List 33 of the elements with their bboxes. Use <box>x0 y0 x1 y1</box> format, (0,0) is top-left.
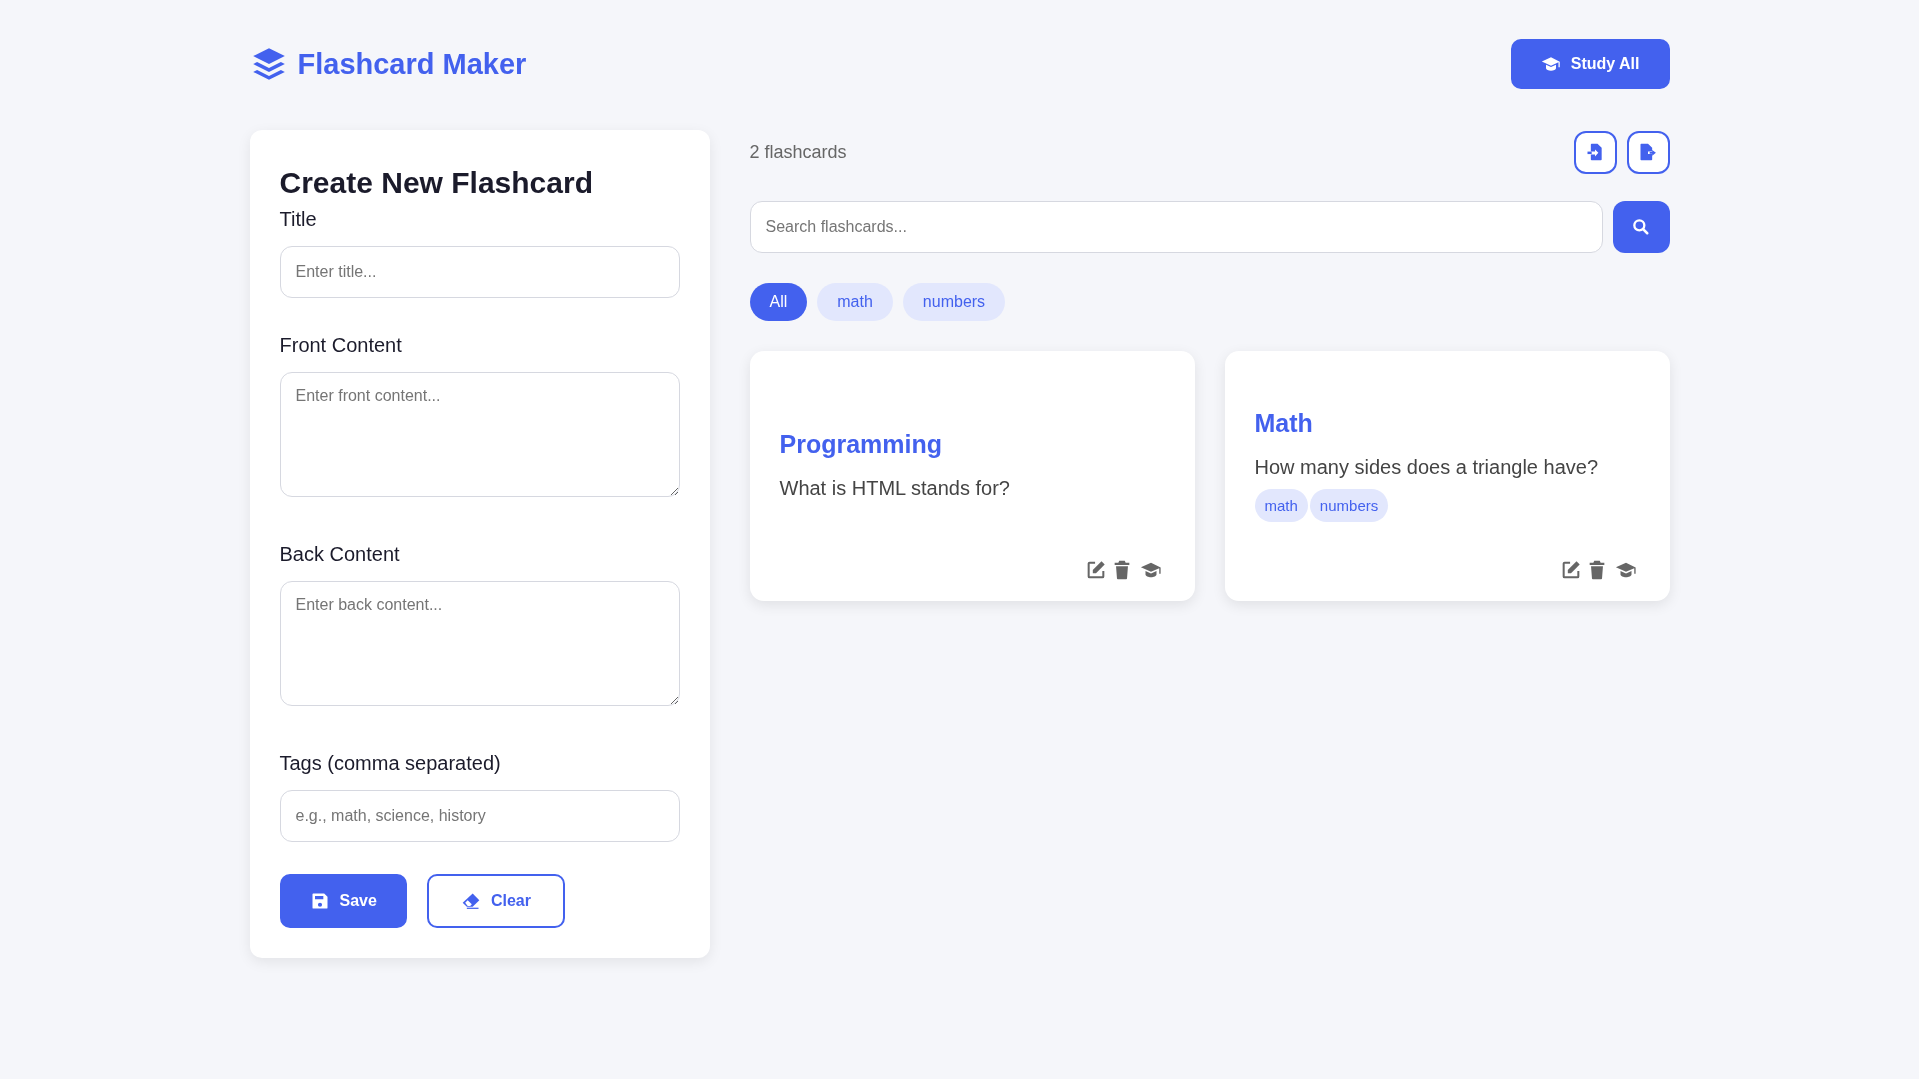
text-area[interactable]: Enter back content... <box>279 581 680 706</box>
import-button[interactable] <box>1573 130 1617 174</box>
card-question: What is HTML stands for? <box>779 477 1011 500</box>
filter-chip[interactable]: All <box>749 283 808 321</box>
input-field[interactable]: e.g., math, science, history <box>279 790 680 842</box>
export-button[interactable] <box>1626 130 1670 174</box>
file-export-icon <box>1638 142 1658 162</box>
text-area[interactable]: Enter front content... <box>279 372 680 497</box>
clear-button[interactable]: Clear <box>426 874 565 928</box>
card-question: How many sides does a triangle have? <box>1254 455 1600 479</box>
field-label: Back Content <box>279 543 401 566</box>
app-title: Flashcard Maker <box>297 47 527 81</box>
flashcard[interactable]: Math How many sides does a triangle have? math numbers <box>1224 351 1670 601</box>
file-import-icon <box>1585 142 1605 162</box>
flashcard-count: 2 flashcards <box>749 141 847 163</box>
eraser-icon <box>460 891 481 911</box>
card-title: Programming <box>779 430 944 459</box>
study-all-button[interactable]: Study All <box>1510 39 1670 89</box>
form-heading: Create New Flashcard <box>279 166 594 200</box>
filter-chip[interactable]: numbers <box>902 283 1006 321</box>
field-label: Tags (comma separated) <box>279 752 502 775</box>
filter-chip[interactable]: math <box>817 283 893 321</box>
flashcard[interactable]: Programming What is HTML stands for? <box>749 351 1195 601</box>
field-label: Front Content <box>279 334 403 357</box>
field-label: Title <box>279 208 318 231</box>
card-title: Math <box>1254 408 1314 438</box>
tag: math <box>1254 488 1308 522</box>
search-button[interactable] <box>1612 201 1670 253</box>
search-field[interactable]: Search flashcards... <box>749 201 1603 253</box>
search-icon <box>1631 217 1651 237</box>
input-field[interactable]: Enter title... <box>279 246 680 298</box>
save-button[interactable]: Save <box>279 874 407 928</box>
tag: numbers <box>1309 488 1389 522</box>
